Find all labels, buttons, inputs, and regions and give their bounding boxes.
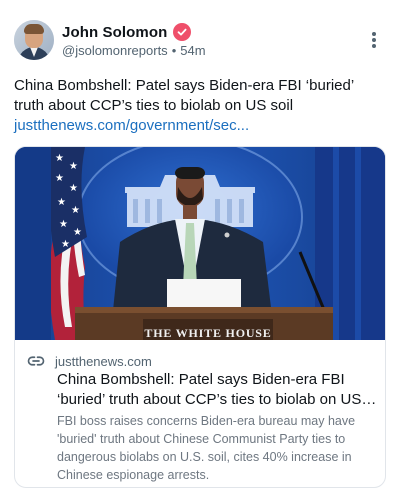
- card-title-line-1: China Bombshell: Patel says Biden-era FB…: [57, 371, 345, 388]
- post-body: China Bombshell: Patel says Biden-era FB…: [14, 77, 354, 114]
- vertical-ellipsis-icon: [372, 32, 376, 48]
- avatar[interactable]: [14, 20, 54, 60]
- author-meta: @jsolomonreports • 54m: [62, 43, 206, 58]
- author-handle[interactable]: @jsolomonreports: [62, 43, 168, 58]
- svg-text:★: ★: [55, 153, 64, 164]
- meta-separator: •: [171, 43, 177, 58]
- svg-text:★: ★: [57, 197, 66, 208]
- svg-text:★: ★: [61, 239, 70, 250]
- card-title[interactable]: China Bombshell: Patel says Biden-era FB…: [57, 370, 377, 410]
- card-body: justthenews.com China Bombshell: Patel s…: [15, 340, 385, 487]
- author-name[interactable]: John Solomon: [62, 24, 167, 41]
- link-icon: [27, 356, 45, 366]
- post-text: China Bombshell: Patel says Biden-era FB…: [14, 76, 386, 136]
- card-domain[interactable]: justthenews.com: [55, 354, 152, 369]
- verified-badge-icon: [173, 23, 192, 41]
- svg-text:★: ★: [69, 183, 78, 194]
- post-link[interactable]: justthenews.com/government/sec...: [14, 116, 386, 136]
- post[interactable]: John Solomon @jsolomonreports • 54m Chin…: [0, 0, 400, 500]
- svg-text:★: ★: [73, 227, 82, 238]
- briefing-room-photo: ★★ ★★ ★★ ★★ ★ THE WHITE HOUSE: [15, 147, 385, 340]
- svg-text:★: ★: [55, 173, 64, 184]
- post-header: John Solomon @jsolomonreports • 54m: [14, 20, 386, 64]
- post-timestamp[interactable]: 54m: [180, 43, 205, 58]
- svg-text:★: ★: [59, 219, 68, 230]
- more-options-button[interactable]: [362, 26, 386, 54]
- svg-text:★: ★: [69, 161, 78, 172]
- card-description: FBI boss raises concerns Biden-era burea…: [57, 414, 356, 482]
- card-title-line-2: ‘buried’ truth about CCP’s ties to biola…: [57, 391, 377, 408]
- author-row: John Solomon: [62, 22, 192, 42]
- card-image[interactable]: ★ ★ ★ ★ ★ ★ ★ ★ ★ THE WHITE HOUSE: [15, 147, 385, 340]
- link-preview-card[interactable]: ★ ★ ★ ★ ★ ★ ★ ★ ★ THE WHITE HOUSE justth…: [14, 146, 386, 488]
- card-domain-row: justthenews.com: [27, 352, 152, 370]
- podium-sign-text: THE WHITE HOUSE: [144, 326, 271, 340]
- svg-text:★: ★: [71, 205, 80, 216]
